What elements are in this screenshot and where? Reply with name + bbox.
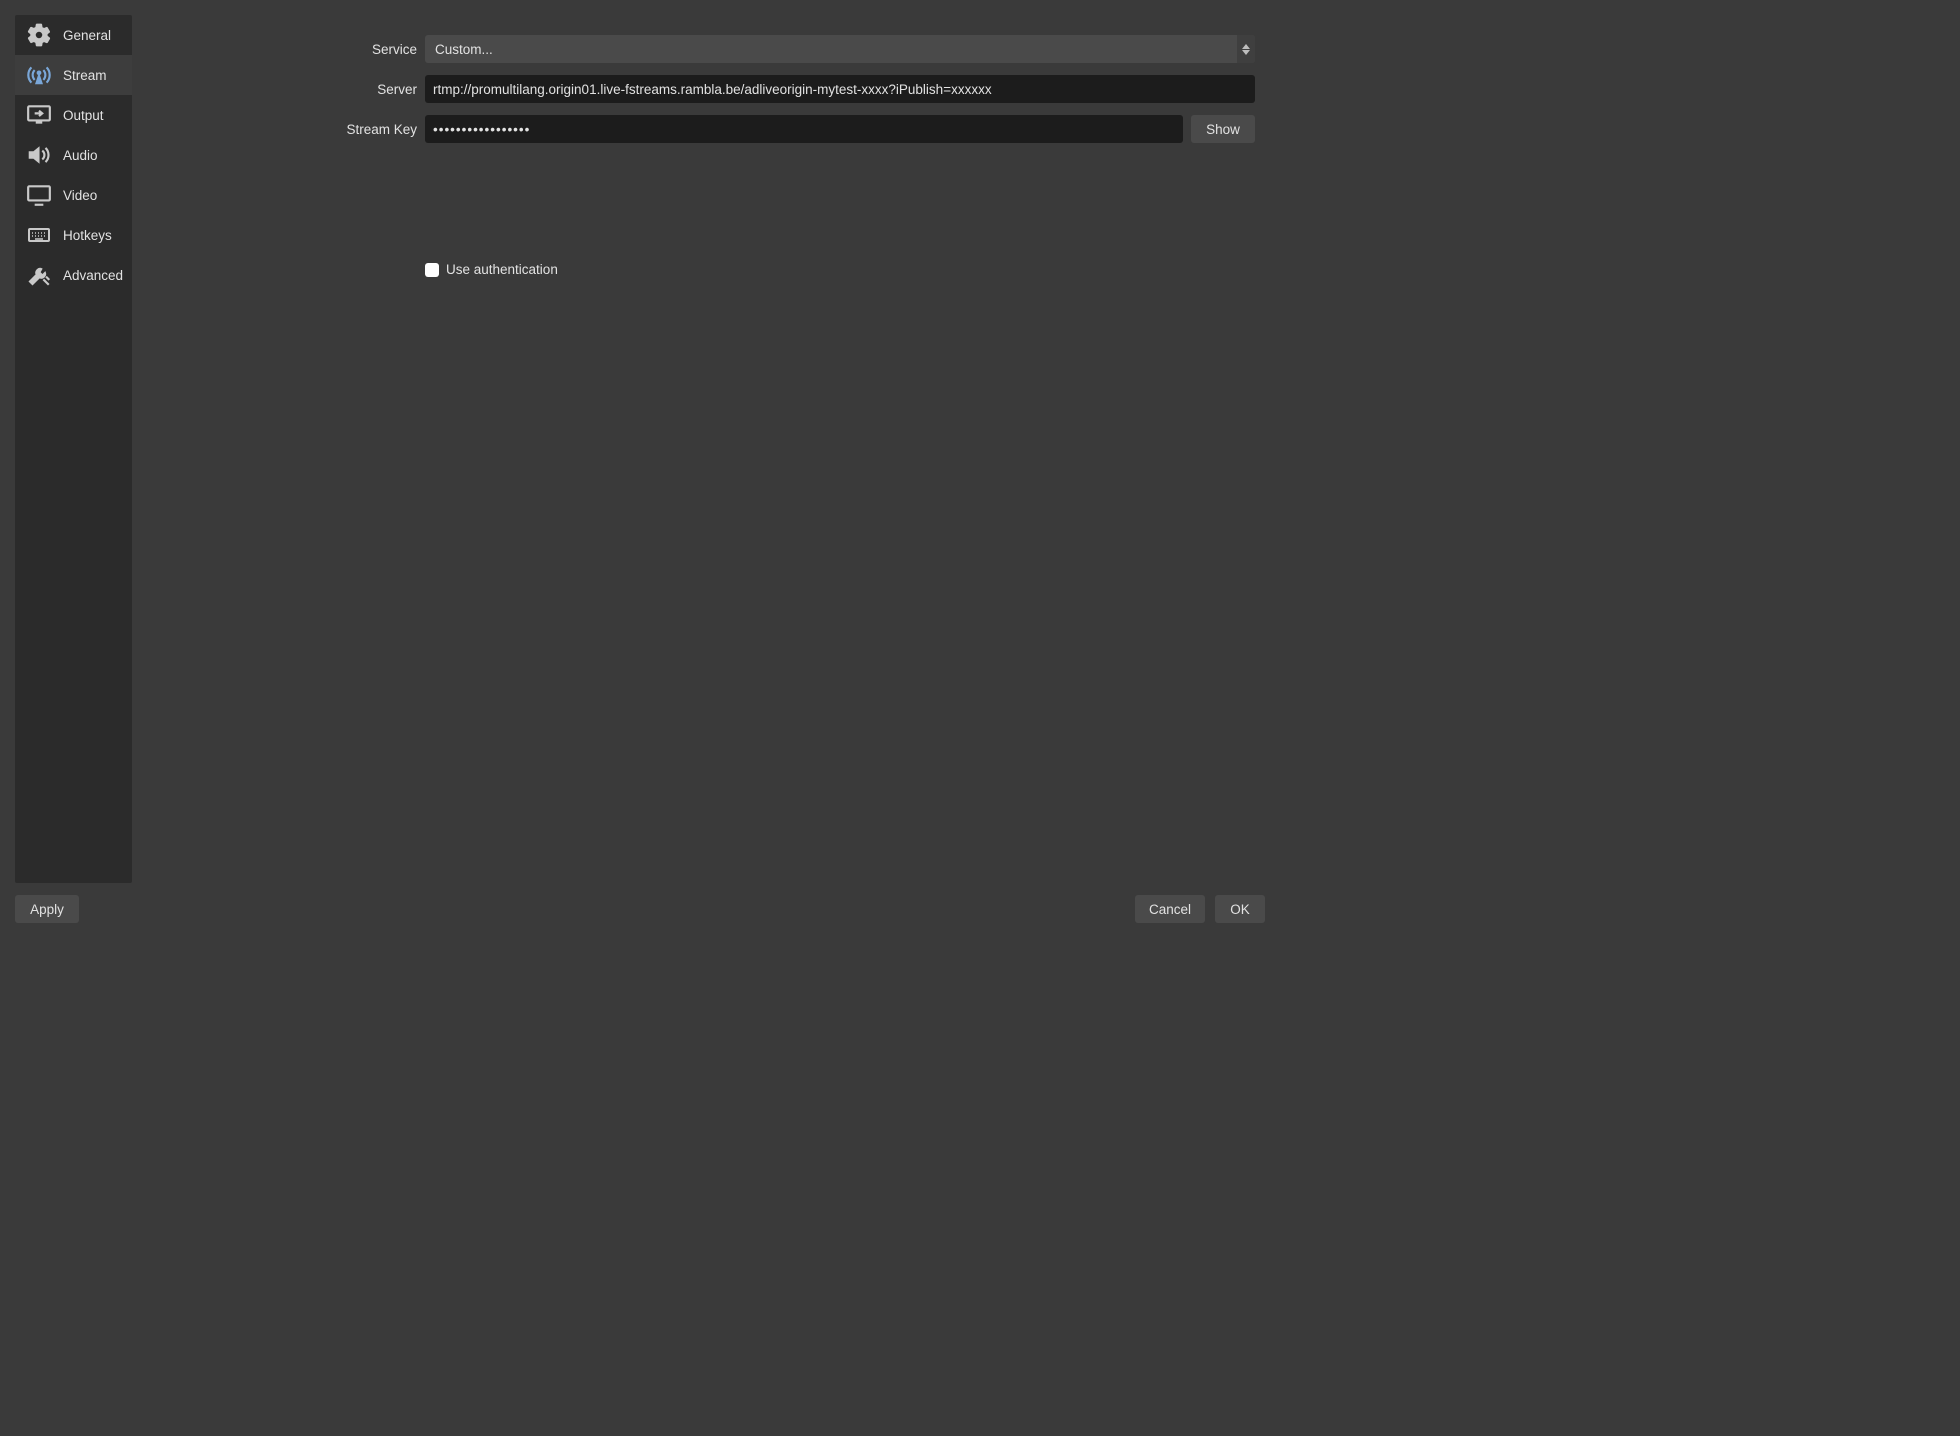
sidebar-item-label: Output [63, 108, 104, 123]
tools-icon [25, 261, 53, 289]
server-input[interactable] [425, 75, 1255, 103]
speaker-icon [25, 141, 53, 169]
service-select[interactable]: Custom... [425, 35, 1255, 63]
keyboard-icon [25, 221, 53, 249]
server-label: Server [132, 82, 417, 97]
use-auth-checkbox[interactable] [425, 263, 439, 277]
streamkey-input[interactable] [425, 115, 1183, 143]
gear-icon [25, 21, 53, 49]
settings-sidebar: General Stream [15, 15, 132, 883]
updown-icon [1237, 35, 1255, 63]
cancel-button[interactable]: Cancel [1135, 895, 1205, 923]
sidebar-item-label: Video [63, 188, 97, 203]
monitor-icon [25, 181, 53, 209]
sidebar-item-label: Advanced [63, 268, 123, 283]
antenna-icon [25, 61, 53, 89]
service-select-value: Custom... [435, 42, 493, 57]
sidebar-item-stream[interactable]: Stream [15, 55, 132, 95]
service-label: Service [132, 42, 417, 57]
output-icon [25, 101, 53, 129]
sidebar-item-label: Audio [63, 148, 98, 163]
streamkey-label: Stream Key [132, 122, 417, 137]
use-auth-label: Use authentication [446, 262, 558, 277]
spacer [132, 155, 1255, 250]
sidebar-item-label: Hotkeys [63, 228, 112, 243]
dialog-footer: Apply Cancel OK [0, 883, 1280, 938]
sidebar-item-label: General [63, 28, 111, 43]
sidebar-item-output[interactable]: Output [15, 95, 132, 135]
settings-content: Service Custom... Server Stream Key Show [132, 15, 1265, 883]
apply-button[interactable]: Apply [15, 895, 79, 923]
ok-button[interactable]: OK [1215, 895, 1265, 923]
sidebar-item-video[interactable]: Video [15, 175, 132, 215]
sidebar-item-general[interactable]: General [15, 15, 132, 55]
sidebar-item-audio[interactable]: Audio [15, 135, 132, 175]
sidebar-item-hotkeys[interactable]: Hotkeys [15, 215, 132, 255]
show-button[interactable]: Show [1191, 115, 1255, 143]
sidebar-item-advanced[interactable]: Advanced [15, 255, 132, 295]
sidebar-item-label: Stream [63, 68, 107, 83]
